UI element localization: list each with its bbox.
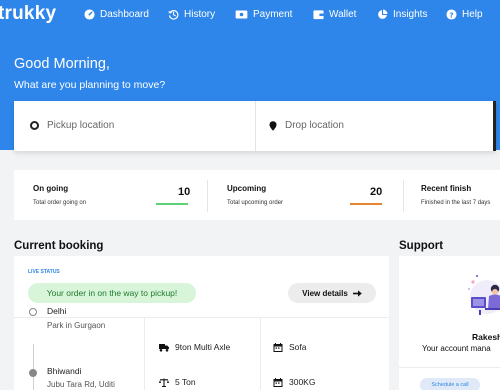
nav-history[interactable]: History xyxy=(168,9,215,20)
location-search-bar: Pickup location Drop location xyxy=(14,101,496,151)
stat-ongoing-value: 10 xyxy=(178,186,191,198)
dashboard-gauge-icon xyxy=(84,9,95,20)
nav-payment[interactable]: Payment xyxy=(235,9,292,20)
stat-recent-title: Recent finish xyxy=(421,184,472,193)
stat-upcoming-sub: Total upcoming order xyxy=(227,200,284,206)
nav-wallet[interactable]: Wallet xyxy=(313,9,356,20)
greeting-title: Good Morning, xyxy=(14,56,110,72)
stat-ongoing-title: On going xyxy=(33,184,69,193)
origin-area: Park in Gurgaon xyxy=(47,321,106,330)
stat-upcoming-title: Upcoming xyxy=(227,184,267,193)
support-heading: Support xyxy=(399,240,444,252)
stat-recent-sub: Finished in the last 7 days xyxy=(421,200,491,206)
origin-dot-icon xyxy=(29,308,37,316)
nav-dashboard[interactable]: Dashboard xyxy=(84,9,149,20)
stat-ongoing-bar xyxy=(156,203,188,205)
calendar-box-icon xyxy=(273,377,283,387)
support-agent-name: Rakesh xyxy=(472,332,500,342)
drop-location-input[interactable]: Drop location xyxy=(269,120,344,131)
column-divider xyxy=(260,317,261,390)
support-agent-role: Your account mana xyxy=(422,344,491,353)
nav-insights-label: Insights xyxy=(393,9,428,20)
destination-dot-icon xyxy=(29,369,37,377)
current-booking-heading: Current booking xyxy=(14,240,104,252)
nav-dashboard-label: Dashboard xyxy=(100,9,149,20)
map-pin-icon xyxy=(269,120,277,131)
calendar-box-icon xyxy=(273,342,283,352)
truck-capacity-label: 5 Ton xyxy=(175,377,196,387)
column-divider xyxy=(144,317,145,390)
support-card: Rakesh Your account mana Schedule a call xyxy=(399,256,500,390)
origin-city: Delhi xyxy=(47,306,67,316)
arrow-right-icon xyxy=(352,289,362,297)
view-details-label: View details xyxy=(302,288,348,298)
stat-upcoming-bar xyxy=(350,203,382,205)
location-divider xyxy=(255,101,256,151)
wallet-icon xyxy=(313,9,324,20)
stat-upcoming-value: 20 xyxy=(370,186,383,198)
greeting-subtitle: What are you planning to move? xyxy=(14,79,166,91)
truck-icon xyxy=(159,343,169,352)
pickup-circle-icon xyxy=(30,121,39,130)
goods-type-label: Sofa xyxy=(289,342,307,352)
search-button-edge[interactable] xyxy=(493,101,496,151)
schedule-call-button[interactable]: Schedule a call xyxy=(420,378,480,390)
payment-card-icon xyxy=(235,10,248,19)
view-details-button[interactable]: View details xyxy=(288,283,376,303)
truck-capacity: 5 Ton xyxy=(159,377,196,387)
destination-city: Bhiwandi xyxy=(47,366,82,376)
pickup-location-input[interactable]: Pickup location xyxy=(30,120,114,131)
nav-help-label: Help xyxy=(462,9,483,20)
order-stats: On going Total order going on 10 Upcomin… xyxy=(14,170,500,220)
nav-help[interactable]: ? Help xyxy=(446,9,483,20)
stat-ongoing-sub: Total order going on xyxy=(33,200,87,206)
pickup-placeholder: Pickup location xyxy=(47,120,115,131)
insights-pie-icon xyxy=(377,9,388,20)
stat-recent-finish[interactable]: Recent finish Finished in the last 7 day… xyxy=(404,170,500,220)
drop-placeholder: Drop location xyxy=(285,120,344,131)
live-status-label: LIVE STATUS xyxy=(28,269,60,275)
nav-insights[interactable]: Insights xyxy=(377,9,427,20)
help-question-icon: ? xyxy=(446,9,457,20)
stat-upcoming[interactable]: Upcoming Total upcoming order 20 xyxy=(208,170,401,220)
app-logo[interactable]: trukky xyxy=(0,3,56,25)
nav-history-label: History xyxy=(184,9,216,20)
destination-area: Jubu Tara Rd, Uditi xyxy=(47,380,115,389)
status-badge: Your order in on the way to pickup! xyxy=(28,283,196,303)
card-divider xyxy=(14,317,389,318)
nav-wallet-label: Wallet xyxy=(329,9,357,20)
goods-weight-label: 300KG xyxy=(289,377,316,387)
support-illustration xyxy=(468,274,500,315)
goods-weight: 300KG xyxy=(273,377,315,387)
truck-type-label: 9ton Multi Axle xyxy=(175,342,231,352)
svg-text:?: ? xyxy=(449,10,453,19)
scale-icon xyxy=(159,378,169,387)
support-divider xyxy=(399,367,500,368)
current-booking-card: LIVE STATUS Your order in on the way to … xyxy=(14,256,389,390)
stat-ongoing[interactable]: On going Total order going on 10 xyxy=(14,170,207,220)
history-clock-icon xyxy=(168,9,179,20)
route-line xyxy=(33,344,34,390)
goods-type: Sofa xyxy=(273,342,307,352)
truck-type: 9ton Multi Axle xyxy=(159,342,230,352)
top-nav: trukky Dashboard History Payment Wallet … xyxy=(0,0,500,32)
nav-payment-label: Payment xyxy=(253,9,293,20)
